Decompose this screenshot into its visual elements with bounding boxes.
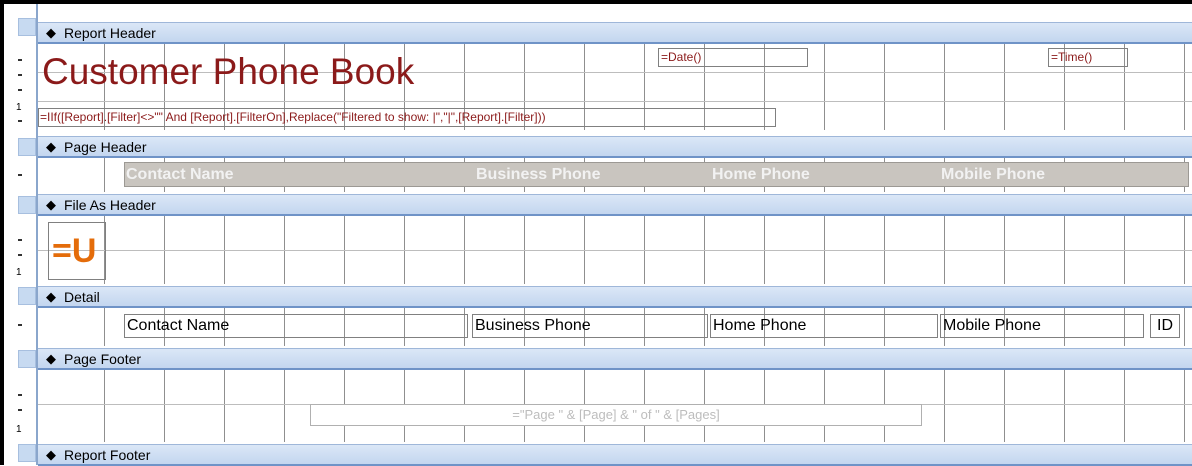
grid-line	[104, 158, 105, 192]
grid-line	[1184, 308, 1185, 346]
column-header-business-phone[interactable]: Business Phone	[476, 164, 706, 186]
page-header-area: Contact Name Business Phone Home Phone M…	[38, 158, 1192, 192]
grid-line	[944, 370, 945, 442]
detail-band[interactable]: ◆ Detail	[38, 286, 1192, 308]
section-selector[interactable]	[18, 138, 36, 156]
section-arrow-icon: ◆	[46, 447, 56, 462]
page-header-band[interactable]: ◆ Page Header	[38, 136, 1192, 158]
section-selector[interactable]	[18, 444, 36, 462]
section-selector[interactable]	[18, 18, 36, 36]
grid-line	[1124, 370, 1125, 442]
vertical-ruler: 1 1 1	[4, 4, 36, 465]
column-header-mobile-phone[interactable]: Mobile Phone	[941, 164, 1181, 186]
band-label: Report Footer	[64, 447, 151, 463]
file-as-header-band[interactable]: ◆ File As Header	[38, 194, 1192, 216]
detail-area: Contact Name Business Phone Home Phone M…	[38, 308, 1192, 346]
report-header-area: Customer Phone Book =Date() =Time() =IIf…	[38, 44, 1192, 130]
grid-line	[1064, 370, 1065, 442]
band-label: Report Header	[64, 25, 156, 41]
grid-line	[104, 370, 105, 442]
grid-line	[824, 44, 825, 130]
grid-line	[1184, 44, 1185, 130]
column-header-home-phone[interactable]: Home Phone	[712, 164, 932, 186]
date-textbox[interactable]: =Date()	[658, 48, 808, 67]
file-as-textbox[interactable]: =U	[48, 222, 106, 280]
section-selector[interactable]	[18, 287, 36, 305]
section-arrow-icon: ◆	[46, 25, 56, 40]
grid-line	[884, 44, 885, 130]
filter-textbox[interactable]: =IIf([Report].[Filter]<>"" And [Report].…	[38, 108, 776, 127]
id-field[interactable]: ID	[1150, 314, 1180, 338]
mobile-phone-field[interactable]: Mobile Phone	[940, 314, 1144, 338]
page-footer-area: ="Page " & [Page] & " of " & [Pages]	[38, 370, 1192, 442]
business-phone-field[interactable]: Business Phone	[472, 314, 708, 338]
section-arrow-icon: ◆	[46, 197, 56, 212]
band-label: Page Footer	[64, 351, 142, 367]
grid-line	[1004, 370, 1005, 442]
band-label: Detail	[64, 289, 100, 305]
grid-line	[164, 370, 165, 442]
band-label: Page Header	[64, 139, 147, 155]
grid-line	[224, 370, 225, 442]
section-arrow-icon: ◆	[46, 351, 56, 366]
page-number-textbox[interactable]: ="Page " & [Page] & " of " & [Pages]	[310, 404, 922, 426]
time-textbox[interactable]: =Time()	[1048, 48, 1128, 67]
section-arrow-icon: ◆	[46, 139, 56, 154]
grid-line	[1184, 370, 1185, 442]
home-phone-field[interactable]: Home Phone	[710, 314, 938, 338]
file-as-header-area: =U	[38, 216, 1192, 284]
section-selector[interactable]	[18, 350, 36, 368]
section-arrow-icon: ◆	[46, 289, 56, 304]
report-title[interactable]: Customer Phone Book	[42, 50, 602, 94]
column-header-contact-name[interactable]: Contact Name	[126, 164, 466, 186]
grid-line	[284, 370, 285, 442]
report-footer-band[interactable]: ◆ Report Footer	[38, 444, 1192, 466]
section-selector[interactable]	[18, 196, 36, 214]
grid-line	[1004, 44, 1005, 130]
grid-line	[104, 308, 105, 346]
report-header-band[interactable]: ◆ Report Header	[38, 22, 1192, 44]
page-footer-band[interactable]: ◆ Page Footer	[38, 348, 1192, 370]
band-label: File As Header	[64, 197, 156, 213]
contact-name-field[interactable]: Contact Name	[124, 314, 468, 338]
grid-line	[944, 44, 945, 130]
